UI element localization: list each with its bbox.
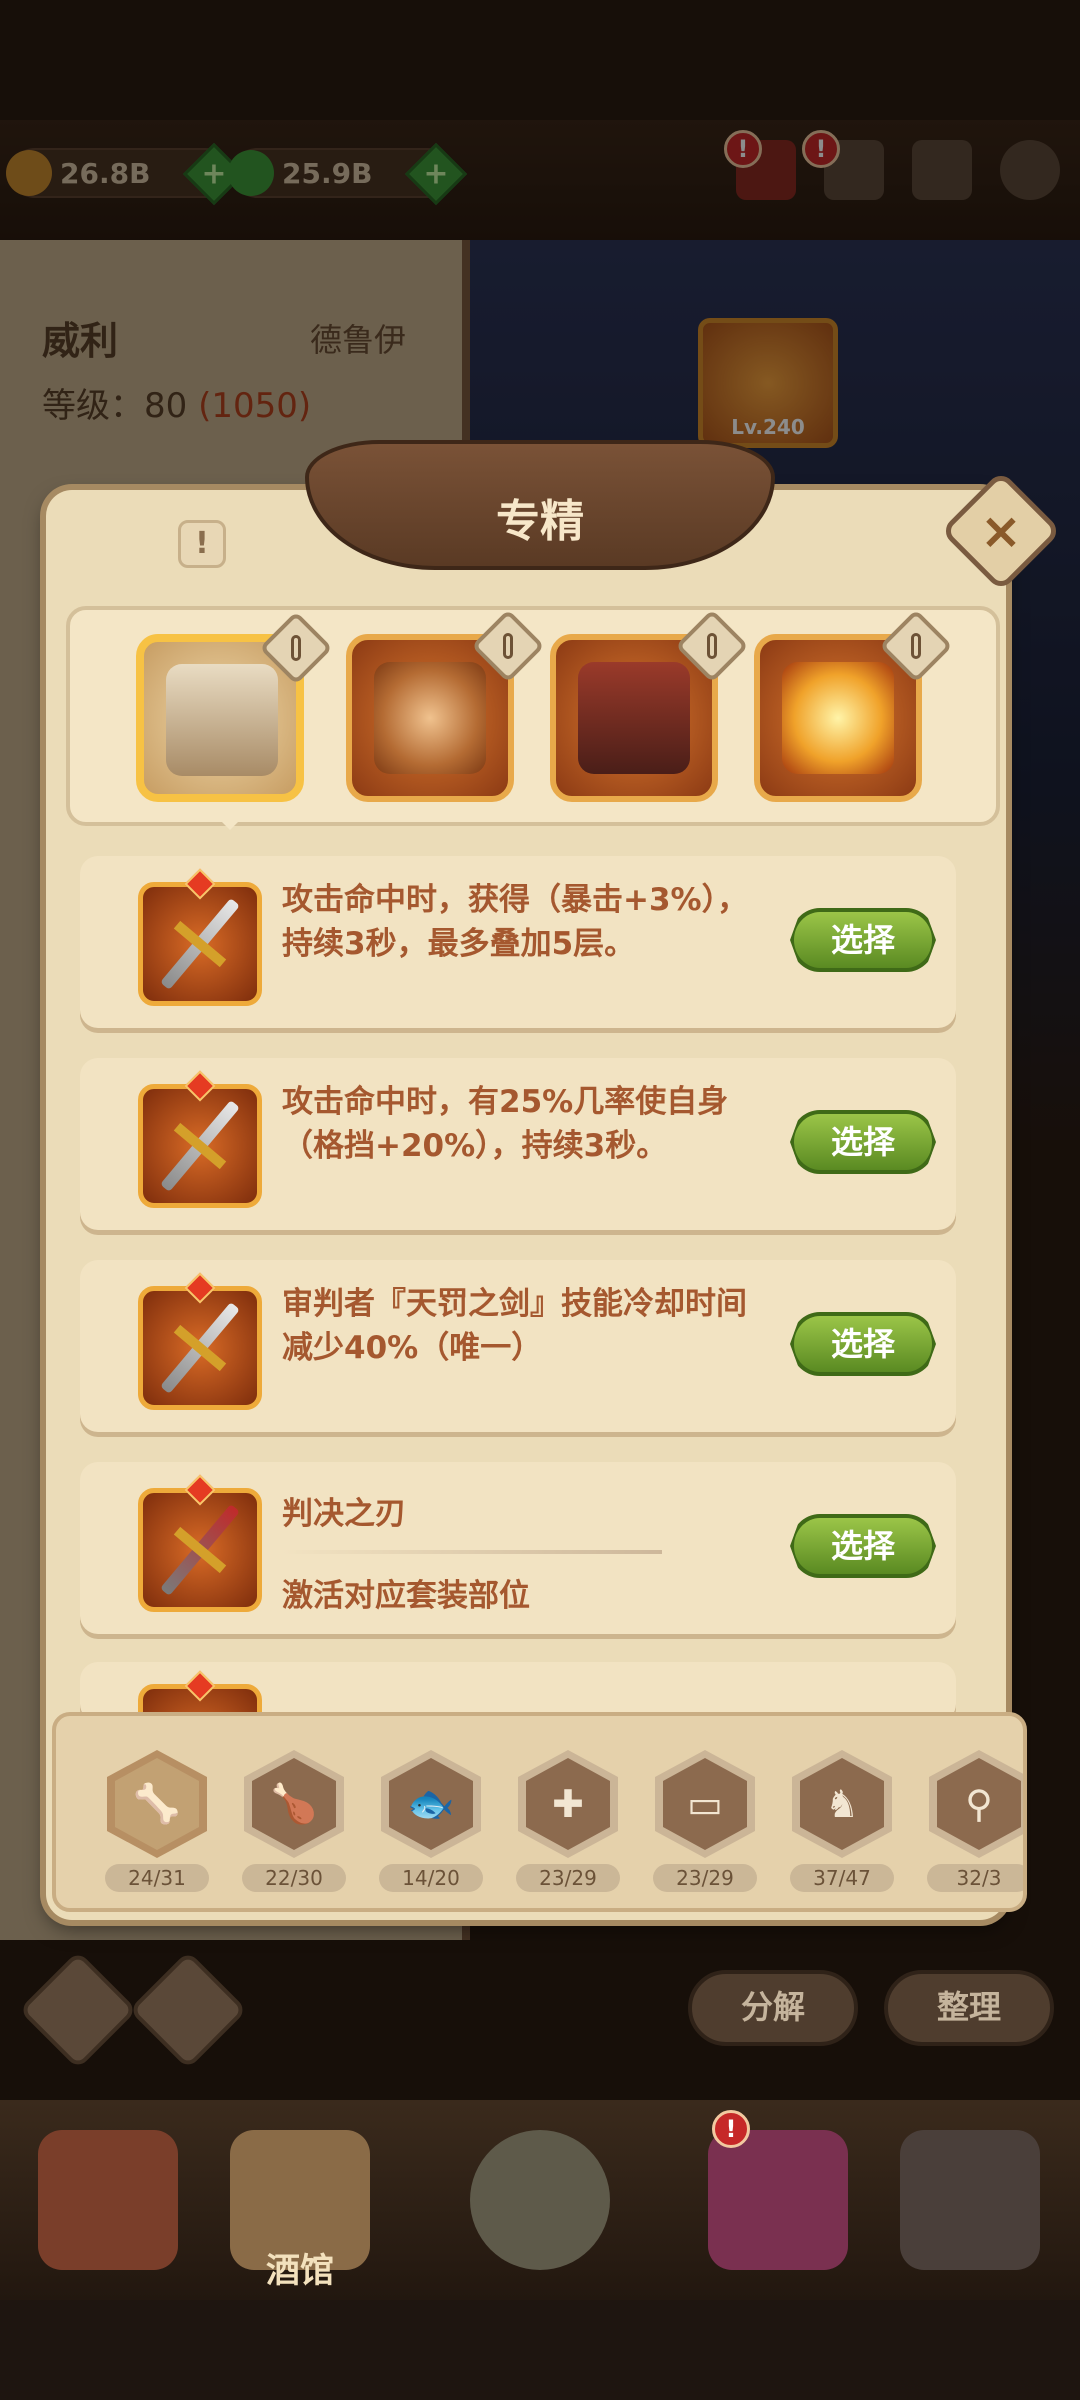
category-count: 37/47 — [790, 1864, 894, 1892]
sun-burst-icon — [782, 662, 894, 774]
book-icon: ▭ — [687, 1782, 723, 1826]
sword-icon — [138, 1474, 262, 1612]
category-tab[interactable]: 🍗 22/30 — [239, 1750, 349, 1892]
spec-description: 审判者『天罚之剑』技能冷却时间减少40%（唯一） — [282, 1286, 747, 1366]
magnifier-icon: ⚲ — [965, 1782, 993, 1826]
cross-shield-icon: ✚ — [552, 1782, 584, 1826]
decompose-button[interactable]: 分解 — [688, 1970, 858, 2046]
helmet-icon: ♞ — [824, 1782, 860, 1826]
forge-icon — [900, 2130, 1040, 2270]
fish-icon: 🐟 — [407, 1781, 455, 1826]
amulet-icon — [374, 662, 486, 774]
sword-icon — [138, 1070, 262, 1208]
select-button[interactable]: 选择 — [790, 1312, 936, 1376]
category-tab[interactable]: 🦴 24/31 — [102, 1750, 212, 1892]
spec-card: 审判者『天罚之剑』技能冷却时间减少40%（唯一） 选择 — [80, 1260, 956, 1432]
select-button[interactable]: 选择 — [790, 1110, 936, 1174]
footer-bar — [0, 2300, 1080, 2400]
category-tab[interactable]: ♞ 37/47 — [787, 1750, 897, 1892]
spec-description: 攻击命中时，获得（暴击+3%），持续3秒，最多叠加5层。 — [282, 882, 749, 962]
armor-icon — [578, 662, 690, 774]
set-description: 激活对应套装部位 — [282, 1578, 530, 1614]
spec-card: 攻击命中时，获得（暴击+3%），持续3秒，最多叠加5层。 选择 — [80, 856, 956, 1028]
slot-armor[interactable] — [550, 609, 749, 802]
sort-button[interactable]: 整理 — [884, 1970, 1054, 2046]
slot-stone-pillar[interactable] — [136, 611, 333, 802]
slot-sun-burst[interactable] — [754, 609, 953, 802]
category-tab[interactable]: ▭ 23/29 — [650, 1750, 760, 1892]
category-tray: 🦴 24/31 🍗 22/30 🐟 14/20 ✚ 23/29 ▭ 23/29 … — [52, 1712, 1027, 1912]
spec-card: 攻击命中时，有25%几率使自身（格挡+20%），持续3秒。 选择 — [80, 1058, 956, 1230]
portal-icon — [470, 2130, 610, 2270]
bone-icon: 🦴 — [133, 1781, 181, 1826]
dialog-title: 专精 — [496, 496, 584, 547]
category-tab[interactable]: ⚲ 32/3 — [924, 1750, 1023, 1892]
select-button[interactable]: 选择 — [790, 1514, 936, 1578]
spec-card-set: 判决之刃 激活对应套装部位 选择 — [80, 1462, 956, 1634]
nav-forge[interactable] — [880, 2110, 1060, 2300]
spec-description: 攻击命中时，有25%几率使自身（格挡+20%），持续3秒。 — [282, 1084, 729, 1164]
selected-slot-pointer — [212, 812, 248, 830]
stone-pillar-icon — [166, 664, 278, 776]
nav-portal[interactable] — [450, 2110, 630, 2300]
category-tab[interactable]: 🐟 14/20 — [376, 1750, 486, 1892]
nav-label: 酒馆 — [266, 2251, 334, 2291]
nav-tavern[interactable]: 酒馆 — [210, 2110, 390, 2300]
sword-icon — [138, 1272, 262, 1410]
category-count: 24/31 — [105, 1864, 209, 1892]
nav-home[interactable] — [18, 2110, 198, 2300]
house-icon — [38, 2130, 178, 2270]
alert-badge-icon: ! — [712, 2110, 750, 2148]
sword-icon — [138, 868, 262, 1006]
category-count: 22/30 — [242, 1864, 346, 1892]
set-name: 判决之刃 — [282, 1496, 406, 1532]
category-count: 23/29 — [653, 1864, 757, 1892]
divider — [282, 1550, 662, 1554]
category-count: 32/3 — [927, 1864, 1023, 1892]
close-icon: × — [980, 502, 1022, 560]
treasure-icon — [708, 2130, 848, 2270]
category-count: 23/29 — [516, 1864, 620, 1892]
nav-treasure[interactable]: ! — [688, 2110, 868, 2300]
category-count: 14/20 — [379, 1864, 483, 1892]
info-button[interactable]: ! — [178, 520, 226, 568]
drumstick-icon: 🍗 — [270, 1781, 318, 1826]
slot-amulet[interactable] — [346, 609, 545, 802]
category-tab[interactable]: ✚ 23/29 — [513, 1750, 623, 1892]
select-button[interactable]: 选择 — [790, 908, 936, 972]
